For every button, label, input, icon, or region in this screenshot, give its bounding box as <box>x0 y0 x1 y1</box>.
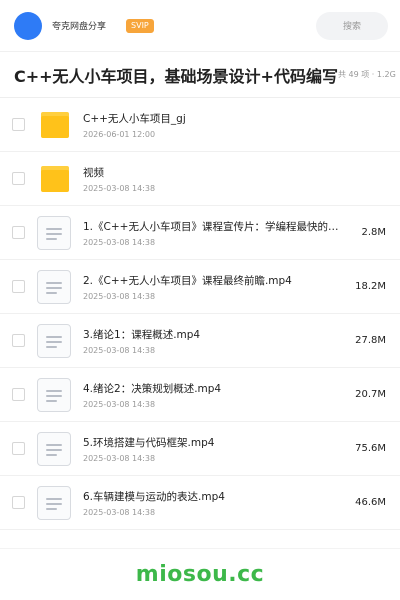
select-checkbox[interactable] <box>12 172 25 185</box>
document-icon <box>37 431 71 466</box>
file-date: 2025-03-08 14:38 <box>83 345 156 355</box>
item-count: 共 49 项 · 1.2G <box>337 70 396 79</box>
list-item[interactable]: C++无人小车项目_gj 2026-06-01 12:00 <box>0 98 400 152</box>
file-date: 2025-03-08 14:38 <box>83 453 156 463</box>
avatar[interactable] <box>14 11 42 40</box>
file-date: 2026-06-01 12:00 <box>83 129 156 139</box>
file-list: C++无人小车项目_gj 2026-06-01 12:00 视频 2025-03… <box>0 98 400 530</box>
username: 夸克网盘分享 <box>52 22 107 32</box>
list-item[interactable]: 4.绪论2：决策规划概述.mp4 2025-03-08 14:38 20.7M <box>0 368 400 422</box>
file-size: 2.8M <box>361 227 386 238</box>
file-date: 2025-03-08 14:38 <box>83 507 156 517</box>
select-checkbox[interactable] <box>12 280 25 293</box>
file-name: C++无人小车项目_gj <box>83 112 186 125</box>
select-checkbox[interactable] <box>12 388 25 401</box>
footer: miosou.cc <box>0 548 400 600</box>
page-title: C++无人小车项目，基础场景设计+代码编写 <box>14 66 338 86</box>
file-date: 2025-03-08 14:38 <box>83 399 156 409</box>
select-checkbox[interactable] <box>12 118 25 131</box>
title-bar: C++无人小车项目，基础场景设计+代码编写 共 49 项 · 1.2G <box>0 52 400 98</box>
file-name: 6.车辆建模与运动的表达.mp4 <box>83 490 225 503</box>
document-icon <box>37 215 71 250</box>
select-checkbox[interactable] <box>12 442 25 455</box>
document-icon <box>37 269 71 304</box>
list-item[interactable]: 6.车辆建模与运动的表达.mp4 2025-03-08 14:38 46.6M <box>0 476 400 530</box>
file-name: 视频 <box>83 166 104 179</box>
file-date: 2025-03-08 14:38 <box>83 183 156 193</box>
list-item[interactable]: 3.绪论1：课程概述.mp4 2025-03-08 14:38 27.8M <box>0 314 400 368</box>
list-item[interactable]: 视频 2025-03-08 14:38 <box>0 152 400 206</box>
list-item[interactable]: 1.《C++无人小车项目》课程宣传片：学编程最快的… 2025-03-08 14… <box>0 206 400 260</box>
search-button[interactable]: 搜索 <box>316 11 388 40</box>
file-size: 18.2M <box>355 281 386 292</box>
file-size: 75.6M <box>355 443 386 454</box>
folder-icon <box>41 110 71 140</box>
document-icon <box>37 377 71 412</box>
list-item[interactable]: 2.《C++无人小车项目》课程最终前瞻.mp4 2025-03-08 14:38… <box>0 260 400 314</box>
file-size: 20.7M <box>355 389 386 400</box>
svip-badge: SVIP <box>126 18 154 33</box>
brand-watermark: miosou.cc <box>135 562 265 587</box>
file-name: 5.环境搭建与代码框架.mp4 <box>83 436 215 449</box>
file-size: 46.6M <box>355 497 386 508</box>
file-name: 2.《C++无人小车项目》课程最终前瞻.mp4 <box>83 274 292 287</box>
file-date: 2025-03-08 14:38 <box>83 237 156 247</box>
select-checkbox[interactable] <box>12 496 25 509</box>
select-checkbox[interactable] <box>12 334 25 347</box>
list-item[interactable]: 5.环境搭建与代码框架.mp4 2025-03-08 14:38 75.6M <box>0 422 400 476</box>
folder-icon <box>41 164 71 194</box>
file-name: 4.绪论2：决策规划概述.mp4 <box>83 382 222 395</box>
file-size: 27.8M <box>355 335 386 346</box>
file-name: 1.《C++无人小车项目》课程宣传片：学编程最快的… <box>83 220 339 233</box>
file-date: 2025-03-08 14:38 <box>83 291 156 301</box>
file-name: 3.绪论1：课程概述.mp4 <box>83 328 201 341</box>
select-checkbox[interactable] <box>12 226 25 239</box>
search-placeholder: 搜索 <box>342 22 361 32</box>
app-header: 夸克网盘分享 SVIP 搜索 <box>0 0 400 52</box>
document-icon <box>37 485 71 520</box>
document-icon <box>37 323 71 358</box>
